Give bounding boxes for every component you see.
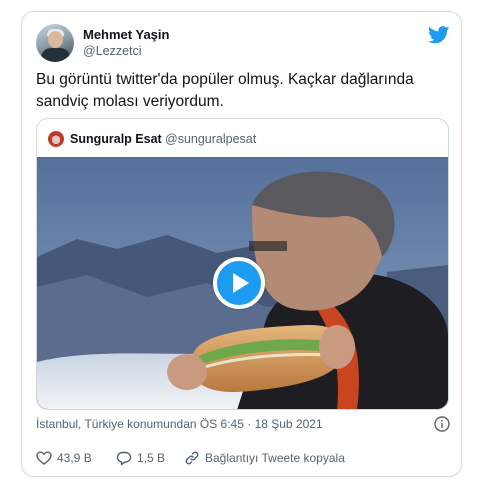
link-icon [185,451,199,465]
tweet-text-line-1: Bu görüntü twitter'da popüler olmuş. Kaç… [36,71,414,88]
tweet-meta: İstanbul, Türkiye konumundan ÖS 6:45 · 1… [36,415,450,435]
like-button[interactable]: 43,9 B [36,448,92,468]
reply-count: 1,5 B [137,451,166,465]
tweet-card[interactable]: Mehmet Yaşin @Lezzetci Bu görüntü twitte… [21,11,462,477]
reply-icon [116,451,132,466]
quoted-tweet-header: Sunguralp Esat @sunguralpesat [48,130,428,148]
quoted-author-name[interactable]: Sunguralp Esat [70,132,162,146]
info-icon[interactable] [434,416,450,432]
location-timestamp[interactable]: İstanbul, Türkiye konumundan ÖS 6:45 · 1… [36,417,323,431]
twitter-bird-icon[interactable] [428,26,450,44]
quoted-author-avatar[interactable] [48,131,64,147]
tweet-actions: 43,9 B 1,5 B Bağlantıyı Tweete kopyala [36,448,450,468]
author-name[interactable]: Mehmet Yaşin [83,27,169,42]
author-handle[interactable]: @Lezzetci [83,44,142,58]
quoted-author-handle[interactable]: @sunguralpesat [165,132,256,146]
video-player[interactable] [37,157,448,409]
play-icon [233,273,249,293]
play-button[interactable] [213,257,265,309]
tweet-header: Mehmet Yaşin @Lezzetci [36,24,450,64]
copy-link-label: Bağlantıyı Tweete kopyala [205,451,345,465]
tweet-text-line-2: sandviç molası veriyordum. [36,93,224,110]
quoted-tweet[interactable]: Sunguralp Esat @sunguralpesat [36,118,449,410]
copy-link-button[interactable]: Bağlantıyı Tweete kopyala [184,448,345,468]
like-count: 43,9 B [57,451,92,465]
author-avatar[interactable] [36,24,74,62]
tweet-text: Bu görüntü twitter'da popüler olmuş. Kaç… [36,69,450,113]
reply-button[interactable]: 1,5 B [116,448,165,468]
heart-icon [36,451,52,465]
